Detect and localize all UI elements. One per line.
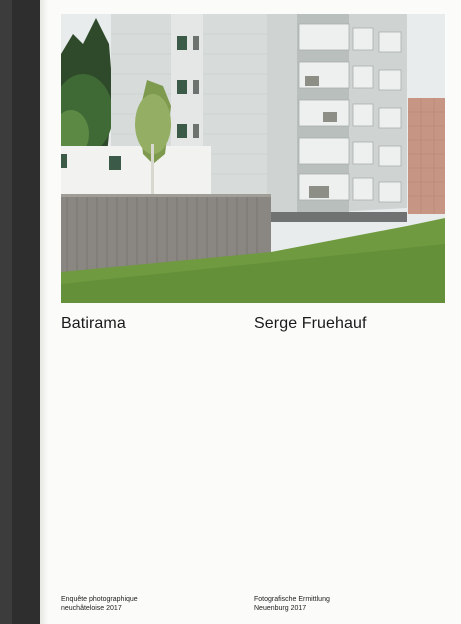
footer-french: Enquête photographique neuchâteloise 201… <box>61 595 138 613</box>
book-cover: Batirama Serge Fruehauf Enquête photogra… <box>0 0 461 624</box>
footer-german-line-1: Fotografische Ermittlung <box>254 596 330 603</box>
spine-shadow <box>40 0 48 624</box>
footer-french-line-2: neuchâteloise 2017 <box>61 605 122 612</box>
footer-french-line-1: Enquête photographique <box>61 596 138 603</box>
cover-photograph <box>61 14 445 303</box>
book-title: Batirama <box>61 315 126 332</box>
author-name: Serge Fruehauf <box>254 315 367 332</box>
footer-german-line-2: Neuenburg 2017 <box>254 605 307 612</box>
spine-highlight <box>0 0 12 624</box>
footer-german: Fotografische Ermittlung Neuenburg 2017 <box>254 595 330 613</box>
